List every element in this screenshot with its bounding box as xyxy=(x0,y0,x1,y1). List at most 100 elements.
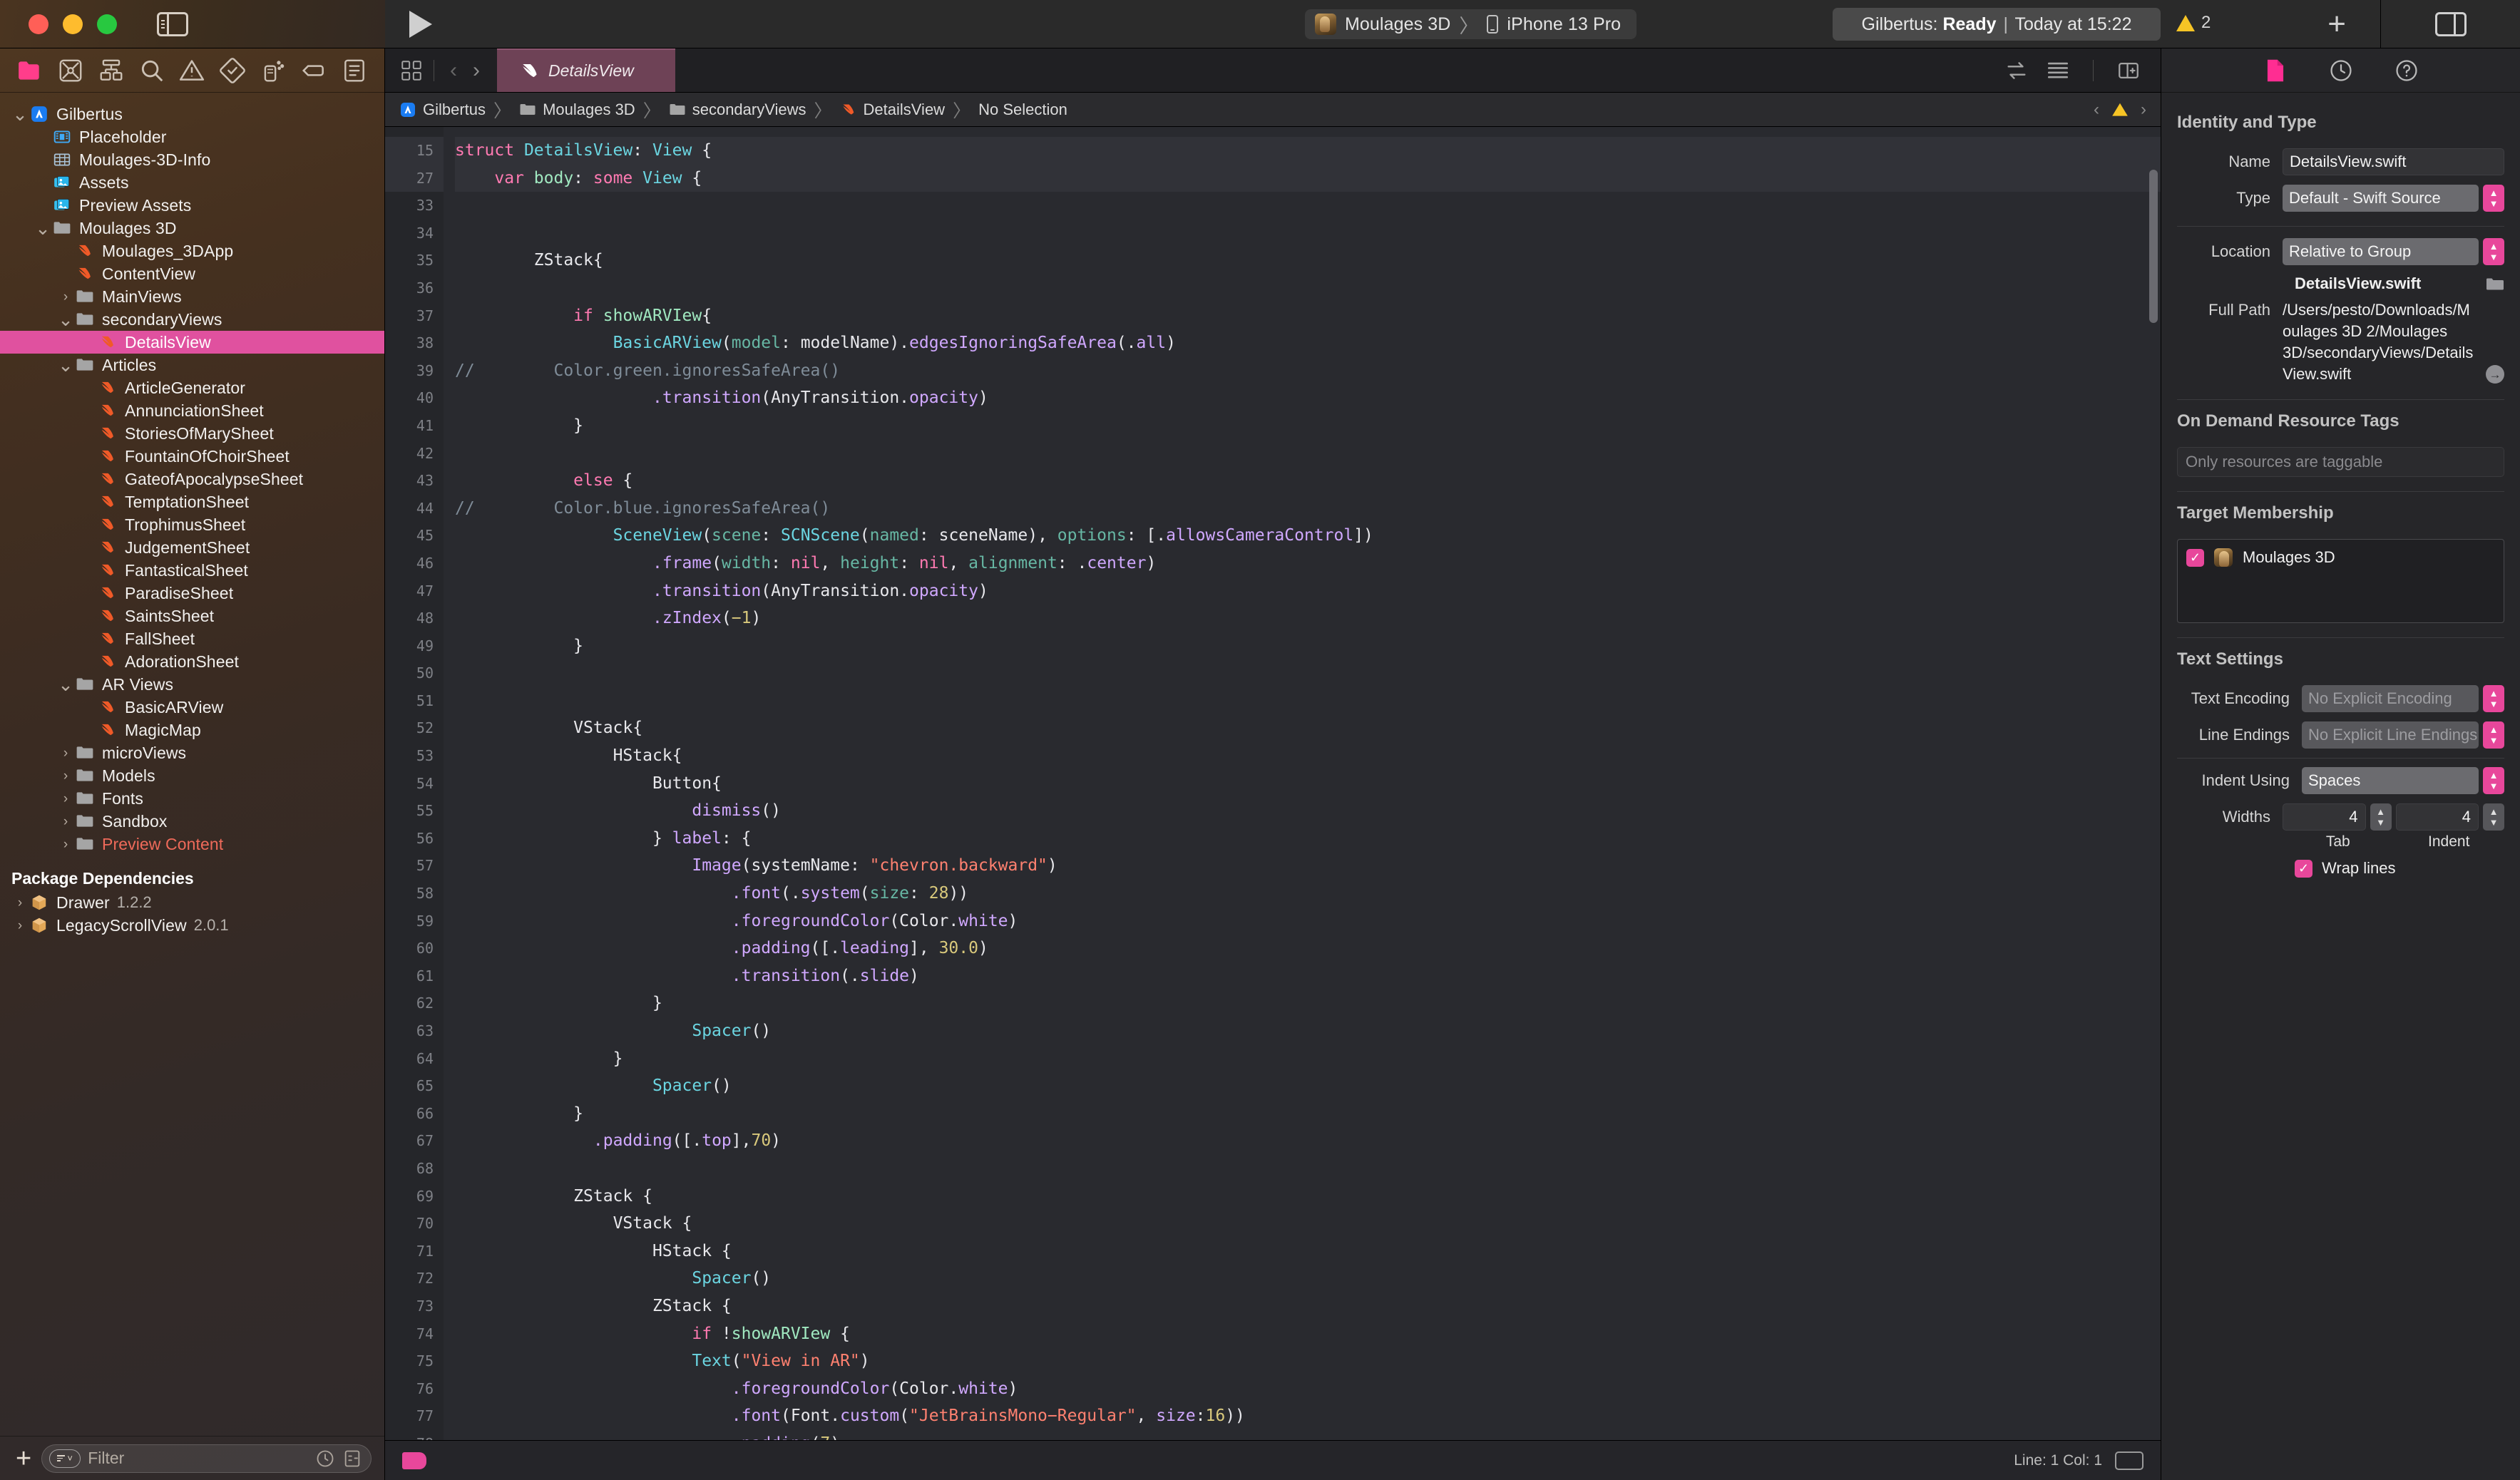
warning-indicator[interactable]: 2 xyxy=(2176,13,2211,33)
indent-width-stepper[interactable]: ▲ ▼ xyxy=(2483,803,2504,831)
issue-navigator-icon[interactable] xyxy=(178,57,205,84)
disclosure-closed-icon[interactable]: › xyxy=(57,290,74,304)
sidebar-item-preview-content[interactable]: › Preview Content xyxy=(0,833,384,855)
code-line[interactable]: Spacer() xyxy=(455,1072,2161,1100)
source-editor[interactable]: 15 27 33 34 35 36 37 38 39 40 41 42 43 44 45 46 47 48 49 50… xyxy=(385,127,2161,1440)
target-membership-item[interactable]: ✓ Moulages 3D xyxy=(2186,548,2495,567)
tab-detailsview[interactable]: DetailsView xyxy=(497,48,675,92)
sidebar-item-fallsheet[interactable]: FallSheet xyxy=(0,627,384,650)
zoom-window-button[interactable] xyxy=(97,14,117,34)
sidebar-item-moulages-3d[interactable]: ⌄ Moulages 3D xyxy=(0,217,384,240)
sidebar-item-basicarview[interactable]: BasicARView xyxy=(0,696,384,719)
breadcrumb-item-detailsview[interactable]: DetailsView xyxy=(840,101,945,119)
code-line[interactable]: Spacer() xyxy=(455,1017,2161,1045)
sidebar-item-paradisesheet[interactable]: ParadiseSheet xyxy=(0,582,384,605)
sidebar-item-articlegenerator[interactable]: ArticleGenerator xyxy=(0,376,384,399)
debug-navigator-icon[interactable] xyxy=(260,57,287,84)
filter-input[interactable]: ˅ Filter xyxy=(41,1444,372,1473)
editor-scrollbar[interactable] xyxy=(2149,170,2158,323)
add-editor-on-right-icon[interactable] xyxy=(2116,58,2141,83)
code-line[interactable]: VStack{ xyxy=(455,714,2161,742)
sidebar-item-gateofapocalypsesheet[interactable]: GateofApocalypseSheet xyxy=(0,468,384,490)
sidebar-item-mainviews[interactable]: › MainViews xyxy=(0,285,384,308)
code-line[interactable]: if !showARVIew { xyxy=(455,1320,2161,1348)
sidebar-item-temptationsheet[interactable]: TemptationSheet xyxy=(0,490,384,513)
location-popup-arrows-icon[interactable]: ▲ ▼ xyxy=(2483,238,2504,265)
sidebar-item-moulages-3d-info[interactable]: Moulages-3D-Info xyxy=(0,148,384,171)
jump-bar-expand-icon[interactable]: › xyxy=(2141,100,2146,120)
recent-files-icon[interactable] xyxy=(315,1449,335,1469)
code-line[interactable] xyxy=(455,1155,2161,1183)
code-line[interactable]: Spacer() xyxy=(455,1265,2161,1293)
sidebar-item-moulages-3dapp[interactable]: Moulages_3DApp xyxy=(0,240,384,262)
sidebar-item-fantasticalsheet[interactable]: FantasticalSheet xyxy=(0,559,384,582)
code-line[interactable]: .padding([.top],70) xyxy=(455,1127,2161,1155)
code-line[interactable]: else { xyxy=(455,467,2161,495)
folder-icon[interactable] xyxy=(16,57,43,84)
project-navigator-tree[interactable]: ⌄ Gilbertus Placeholder Moulages-3D-Info Ass… xyxy=(0,93,384,1436)
sidebar-item-saintssheet[interactable]: SaintsSheet xyxy=(0,605,384,627)
code-line[interactable]: .font(Font.custom("JetBrainsMono−Regular… xyxy=(455,1402,2161,1430)
disclosure-open-icon[interactable]: ⌄ xyxy=(34,219,51,237)
text-encoding-popup[interactable]: No Explicit Encoding xyxy=(2302,685,2479,712)
sidebar-item-articles[interactable]: ⌄ Articles xyxy=(0,354,384,376)
code-line[interactable]: Button{ xyxy=(455,770,2161,798)
disclosure-closed-icon[interactable]: › xyxy=(57,769,74,783)
wrap-lines-row[interactable]: ✓ Wrap lines xyxy=(2177,859,2504,878)
tab-width-field[interactable]: 4 xyxy=(2283,803,2366,831)
code-line[interactable]: .padding([.leading], 30.0) xyxy=(455,935,2161,962)
disclosure-closed-icon[interactable]: › xyxy=(57,746,74,760)
choose-folder-icon[interactable] xyxy=(2486,277,2504,291)
breakpoint-indicator-icon[interactable] xyxy=(402,1451,426,1469)
code-line[interactable]: Image(systemName: "chevron.backward") xyxy=(455,852,2161,880)
sidebar-item-judgementsheet[interactable]: JudgementSheet xyxy=(0,536,384,559)
code-line[interactable] xyxy=(455,192,2161,220)
reveal-in-finder-icon[interactable]: → xyxy=(2486,365,2504,384)
code-line[interactable]: .padding(7) xyxy=(455,1430,2161,1440)
line-endings-popup[interactable]: No Explicit Line Endings xyxy=(2302,721,2479,749)
quick-help-icon[interactable] xyxy=(2393,57,2420,84)
sidebar-item-sandbox[interactable]: › Sandbox xyxy=(0,810,384,833)
indent-width-field[interactable]: 4 xyxy=(2395,803,2479,831)
sidebar-item-drawer[interactable]: › Drawer 1.2.2 xyxy=(0,891,384,914)
code-line[interactable] xyxy=(455,440,2161,468)
code-line[interactable]: var body: some View { xyxy=(455,164,2161,192)
code-line[interactable]: } xyxy=(455,632,2161,660)
disclosure-closed-icon[interactable]: › xyxy=(57,815,74,828)
breadcrumb-item-secondaryviews[interactable]: secondaryViews xyxy=(669,101,806,119)
jump-bar-warning-icon[interactable] xyxy=(2111,101,2129,119)
code-line[interactable]: .transition(AnyTransition.opacity) xyxy=(455,384,2161,412)
code-line[interactable]: ZStack{ xyxy=(455,247,2161,274)
resource-tags-field[interactable]: Only resources are taggable xyxy=(2177,447,2504,477)
file-inspector-icon[interactable] xyxy=(2262,57,2289,84)
test-navigator-icon[interactable] xyxy=(219,57,246,84)
find-icon[interactable] xyxy=(138,57,165,84)
history-inspector-icon[interactable] xyxy=(2327,57,2355,84)
breadcrumb-item-gilbertus[interactable]: Gilbertus xyxy=(399,101,486,119)
sidebar-item-ar-views[interactable]: ⌄ AR Views xyxy=(0,673,384,696)
disclosure-open-icon[interactable]: ⌄ xyxy=(11,105,29,123)
code-line[interactable]: } xyxy=(455,1100,2161,1128)
target-membership-list[interactable]: ✓ Moulages 3D xyxy=(2177,539,2504,623)
activity-status-bar[interactable]: Gilbertus: Ready | Today at 15:22 xyxy=(1833,8,2161,41)
code-line[interactable]: HStack { xyxy=(455,1238,2161,1265)
code-line[interactable]: if showARVIew{ xyxy=(455,302,2161,330)
add-file-button[interactable]: + xyxy=(16,1445,31,1472)
go-back-button[interactable]: ‹ xyxy=(444,59,463,81)
wrap-lines-checkbox[interactable]: ✓ xyxy=(2295,859,2312,878)
code-line[interactable]: .transition(.slide) xyxy=(455,962,2161,990)
code-line[interactable]: // Color.blue.ignoresSafeArea() xyxy=(455,495,2161,523)
sidebar-item-storiesofmarysheet[interactable]: StoriesOfMarySheet xyxy=(0,422,384,445)
sidebar-item-assets[interactable]: Assets xyxy=(0,171,384,194)
sidebar-toggle-icon[interactable] xyxy=(157,11,188,36)
run-button[interactable] xyxy=(409,10,432,38)
tab-width-stepper[interactable]: ▲ ▼ xyxy=(2370,803,2392,831)
code-line[interactable]: } xyxy=(455,412,2161,440)
code-line[interactable]: struct DetailsView: View { xyxy=(455,137,2161,165)
close-window-button[interactable] xyxy=(29,14,48,34)
disclosure-closed-icon[interactable]: › xyxy=(57,838,74,851)
sidebar-item-annunciationsheet[interactable]: AnnunciationSheet xyxy=(0,399,384,422)
sidebar-item-contentview[interactable]: ContentView xyxy=(0,262,384,285)
sidebar-item-adorationsheet[interactable]: AdorationSheet xyxy=(0,650,384,673)
code-line[interactable]: VStack { xyxy=(455,1210,2161,1238)
